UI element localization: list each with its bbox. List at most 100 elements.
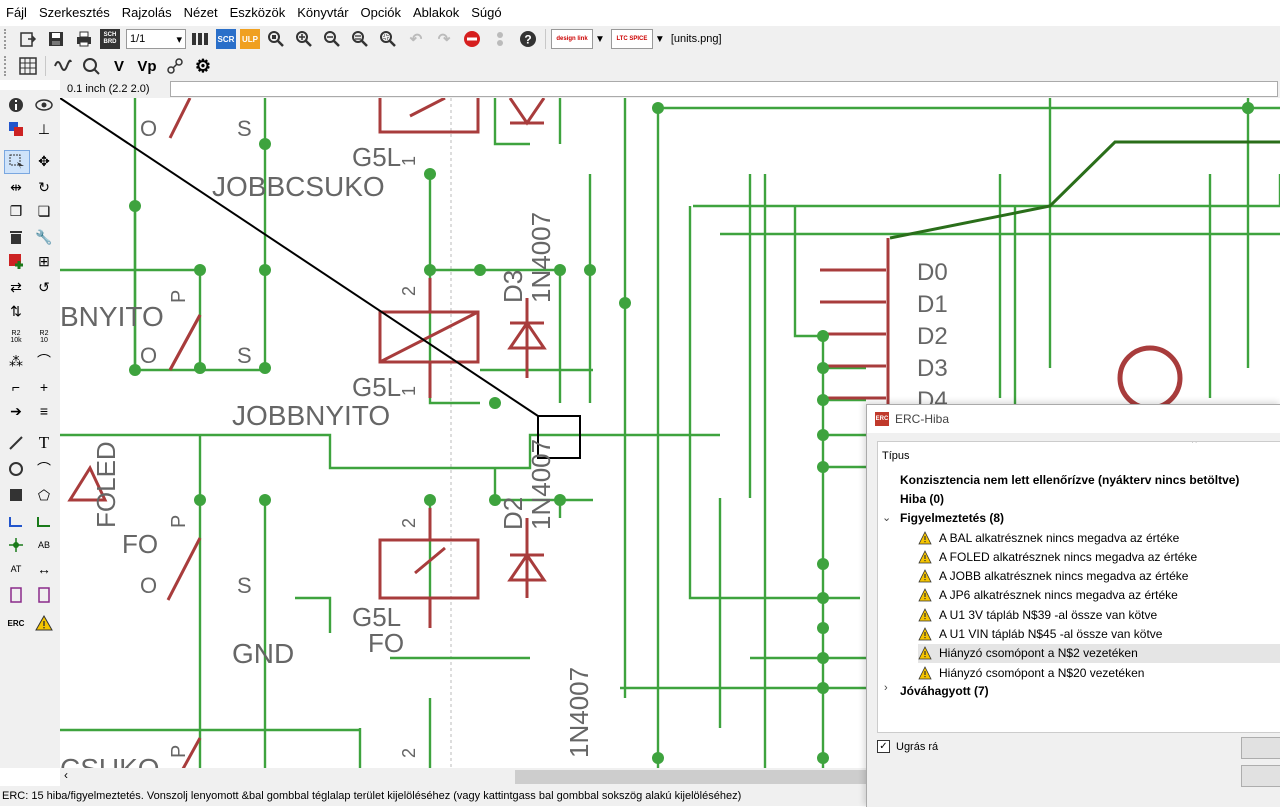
ltspice-button[interactable]: LTC SPICE (610, 29, 653, 49)
warning-item[interactable]: Hiányzó csomópont a N$2 vezetéken (918, 643, 1280, 663)
menu-draw[interactable]: Rajzolás (116, 0, 178, 26)
route-icon[interactable]: ➔ (4, 400, 28, 422)
warnings-group[interactable]: Figyelmeztetés (8) (900, 508, 1004, 527)
arc-icon[interactable]: ⌒ (32, 458, 56, 480)
optimize-icon[interactable]: + (32, 376, 56, 398)
mark-icon[interactable]: ⊥ (32, 118, 56, 140)
print-icon[interactable] (72, 27, 96, 51)
script-button[interactable]: SCR (216, 29, 236, 49)
layers-icon[interactable] (4, 118, 28, 140)
polygon-icon[interactable]: ⬠ (32, 484, 56, 506)
delete-icon[interactable] (4, 226, 28, 248)
simulate-icon[interactable] (51, 54, 75, 78)
zoom-out-icon[interactable] (320, 27, 344, 51)
help-icon[interactable]: ? (516, 27, 540, 51)
consistency-item[interactable]: Konzisztencia nem lett ellenőrízve (nyák… (900, 470, 1239, 489)
attribute-icon[interactable]: AT (4, 558, 28, 580)
text-tool-button[interactable]: T (32, 432, 56, 454)
bus-icon[interactable] (32, 510, 56, 532)
warning-icon[interactable] (32, 612, 56, 634)
chevron-down-icon[interactable]: ▼ (655, 34, 665, 45)
value-tool-button[interactable]: R2 10 (32, 326, 56, 348)
dialog-button[interactable] (1241, 765, 1280, 787)
module-icon[interactable] (32, 584, 56, 606)
paste-icon[interactable]: ❏ (32, 200, 56, 222)
erc-button[interactable]: ERC (4, 612, 28, 634)
script-file-label[interactable]: [units.png] (671, 33, 722, 45)
horizontal-scrollbar[interactable]: ‹ (60, 768, 866, 786)
menu-options[interactable]: Opciók (355, 0, 407, 26)
sch-brd-switch-button[interactable]: SCH BRD (100, 29, 120, 49)
sheets-icon[interactable] (188, 27, 212, 51)
eye-icon[interactable] (32, 94, 56, 116)
grid-icon[interactable] (16, 54, 40, 78)
gate-swap-icon[interactable]: ⇅ (4, 300, 28, 322)
toolbar-grip[interactable] (4, 56, 10, 76)
circle-icon[interactable] (4, 458, 28, 480)
name-tool-button[interactable]: R2 10k (4, 326, 28, 348)
replace-icon[interactable]: ⊞ (32, 250, 56, 272)
command-line-input[interactable] (170, 81, 1278, 97)
approved-group[interactable]: Jóváhagyott (7) (900, 681, 989, 700)
menu-help[interactable]: Súgó (465, 0, 507, 26)
chevron-down-icon[interactable]: ▼ (595, 34, 605, 45)
scroll-left-icon[interactable]: ‹ (64, 768, 68, 782)
menu-file[interactable]: Fájl (0, 0, 33, 26)
zoom-redraw-icon[interactable] (348, 27, 372, 51)
select-icon[interactable] (4, 150, 30, 174)
swap-icon[interactable]: ↺ (32, 276, 56, 298)
warning-item[interactable]: A BAL alkatrésznek nincs megadva az érté… (918, 528, 1280, 547)
rectangle-icon[interactable] (4, 484, 28, 506)
warning-item[interactable]: A U1 3V tápláb N$39 -al össze van kötve (918, 605, 1280, 624)
jump-checkbox-row[interactable]: ✓ Ugrás rá (877, 740, 938, 753)
smash-icon[interactable]: ⁂ (4, 350, 28, 372)
sheet-combo[interactable]: 1/1 ▾ (126, 29, 186, 49)
phase-probe-button[interactable]: Vp (135, 54, 159, 78)
invoke-icon[interactable]: ⇄ (4, 276, 28, 298)
dimension-icon[interactable]: ↔ (32, 558, 56, 580)
undo-icon[interactable]: ↶ (404, 27, 428, 51)
scrollbar-thumb[interactable] (515, 770, 866, 784)
chevron-right-icon[interactable]: › (884, 682, 894, 694)
label-icon[interactable]: AB (32, 534, 56, 556)
zoom-fit-icon[interactable] (264, 27, 288, 51)
voltage-probe-button[interactable]: V (107, 54, 131, 78)
net-icon[interactable] (4, 510, 28, 532)
menu-view[interactable]: Nézet (178, 0, 224, 26)
move-icon[interactable]: ✥ (32, 150, 56, 172)
mirror-icon[interactable]: ⇹ (4, 176, 28, 198)
split-icon[interactable]: ⌐ (4, 376, 28, 398)
designlink-button[interactable]: design link (551, 29, 593, 49)
menu-windows[interactable]: Ablakok (407, 0, 465, 26)
menu-library[interactable]: Könyvtár (291, 0, 354, 26)
redo-icon[interactable]: ↷ (432, 27, 456, 51)
save-icon[interactable] (44, 27, 68, 51)
info-icon[interactable] (4, 94, 28, 116)
jump-checkbox[interactable]: ✓ (877, 740, 890, 753)
warning-item[interactable]: A FOLED alkatrésznek nincs megadva az ér… (918, 547, 1280, 566)
dialog-button[interactable] (1241, 737, 1280, 759)
menu-tools[interactable]: Eszközök (224, 0, 292, 26)
ulp-button[interactable]: ULP (240, 29, 260, 49)
net-probe-icon[interactable] (163, 54, 187, 78)
tree-column-header[interactable]: Típus (882, 450, 910, 462)
erc-dialog-titlebar[interactable]: ERC ERC-Hiba (867, 405, 1280, 433)
copy-icon[interactable]: ❐ (4, 200, 28, 222)
probe-icon[interactable] (79, 54, 103, 78)
line-icon[interactable] (4, 432, 28, 454)
zoom-in-icon[interactable] (292, 27, 316, 51)
miter-icon[interactable]: ⌒ (32, 350, 56, 372)
gear-icon[interactable]: ⚙ (191, 54, 215, 78)
warning-item[interactable]: Hiányzó csomópont a N$20 vezetéken (918, 663, 1280, 682)
go-icon[interactable] (488, 27, 512, 51)
erc-tree[interactable]: ^ Típus Konzisztencia nem lett ellenőríz… (877, 441, 1280, 733)
warning-item[interactable]: A U1 VIN tápláb N$45 -al össze van kötve (918, 625, 1280, 644)
warning-item[interactable]: A JOBB alkatrésznek nincs megadva az ért… (918, 567, 1280, 586)
rotate-icon[interactable]: ↻ (32, 176, 56, 198)
wrench-icon[interactable]: 🔧 (32, 226, 56, 248)
zoom-select-icon[interactable] (376, 27, 400, 51)
align-icon[interactable]: ≡ (32, 400, 56, 422)
menu-edit[interactable]: Szerkesztés (33, 0, 116, 26)
junction-icon[interactable] (4, 534, 28, 556)
errors-item[interactable]: Hiba (0) (900, 489, 944, 508)
